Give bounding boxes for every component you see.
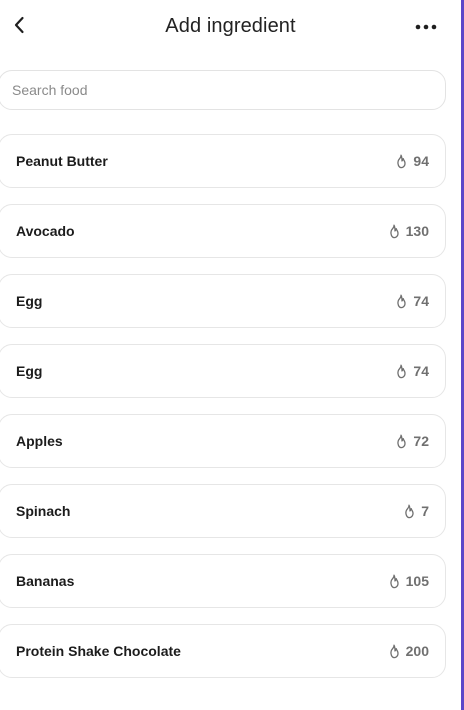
flame-icon	[395, 434, 407, 449]
more-horizontal-icon	[415, 17, 437, 35]
food-name: Avocado	[16, 223, 75, 239]
search-box	[0, 70, 446, 110]
food-list-item[interactable]: Egg 74	[0, 274, 446, 328]
flame-icon	[395, 364, 407, 379]
calorie-info: 74	[395, 363, 429, 379]
food-name: Bananas	[16, 573, 75, 589]
flame-icon	[395, 154, 407, 169]
food-name: Egg	[16, 363, 43, 379]
food-list-item[interactable]: Peanut Butter 94	[0, 134, 446, 188]
food-name: Protein Shake Chocolate	[16, 643, 181, 659]
food-list: Peanut Butter 94 Avocado 130 Egg 74 Egg …	[0, 134, 446, 694]
calorie-info: 200	[388, 643, 429, 659]
flame-icon	[388, 574, 400, 589]
food-list-item[interactable]: Apples 72	[0, 414, 446, 468]
more-options-button[interactable]	[412, 16, 440, 36]
calorie-info: 94	[395, 153, 429, 169]
page-title: Add ingredient	[165, 15, 296, 37]
add-ingredient-screen: Add ingredient Peanut Butter 94 Avoc	[0, 0, 464, 710]
calorie-value: 130	[405, 223, 429, 239]
calorie-value: 94	[413, 153, 429, 169]
calorie-value: 72	[413, 433, 429, 449]
food-name: Spinach	[16, 503, 71, 519]
food-name: Egg	[16, 293, 43, 309]
calorie-info: 130	[388, 223, 429, 239]
food-name: Peanut Butter	[16, 153, 108, 169]
flame-icon	[388, 644, 400, 659]
flame-icon	[403, 504, 415, 519]
calorie-info: 7	[403, 503, 429, 519]
calorie-value: 74	[413, 293, 429, 309]
calorie-info: 74	[395, 293, 429, 309]
food-list-item[interactable]: Protein Shake Chocolate 200	[0, 624, 446, 678]
header: Add ingredient	[0, 0, 461, 54]
calorie-info: 72	[395, 433, 429, 449]
food-list-item[interactable]: Avocado 130	[0, 204, 446, 258]
flame-icon	[388, 224, 400, 239]
calorie-value: 200	[405, 643, 429, 659]
calorie-value: 105	[405, 573, 429, 589]
food-name: Apples	[16, 433, 63, 449]
calorie-value: 74	[413, 363, 429, 379]
search-input[interactable]	[0, 71, 445, 109]
calorie-info: 105	[388, 573, 429, 589]
food-list-item[interactable]: Egg 74	[0, 344, 446, 398]
food-list-item[interactable]: Bananas 105	[0, 554, 446, 608]
food-list-item[interactable]: Spinach 7	[0, 484, 446, 538]
calorie-value: 7	[421, 503, 429, 519]
flame-icon	[395, 294, 407, 309]
